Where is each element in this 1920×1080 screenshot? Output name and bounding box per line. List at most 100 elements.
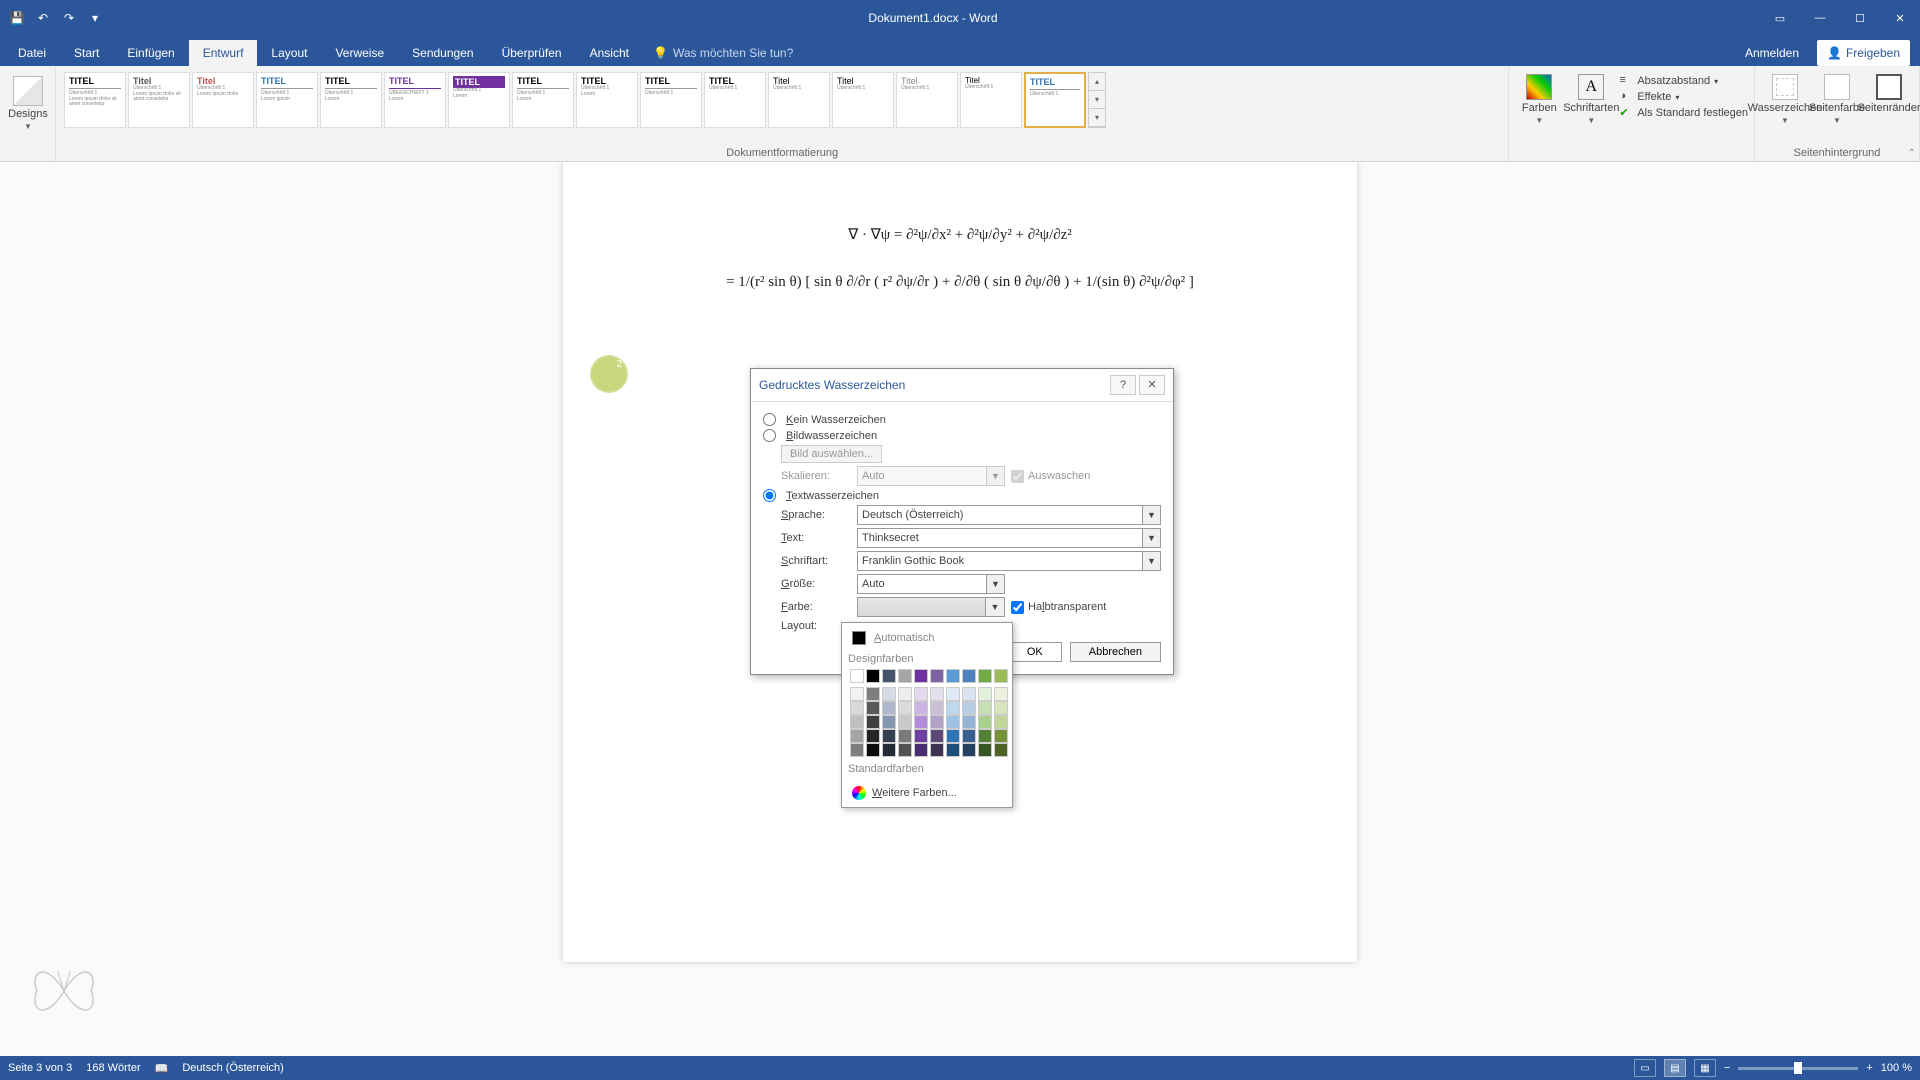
color-swatch[interactable] bbox=[978, 743, 992, 757]
tab-entwurf[interactable]: Entwurf bbox=[189, 40, 258, 66]
color-swatch[interactable] bbox=[994, 715, 1008, 729]
color-combo[interactable]: ▼ bbox=[857, 597, 1005, 617]
color-swatch[interactable] bbox=[994, 743, 1008, 757]
color-swatch[interactable] bbox=[946, 687, 960, 701]
minimize-icon[interactable]: — bbox=[1800, 0, 1840, 36]
color-swatch[interactable] bbox=[978, 715, 992, 729]
zoom-level[interactable]: 100 % bbox=[1881, 1062, 1912, 1074]
color-swatch[interactable] bbox=[930, 687, 944, 701]
automatic-color-row[interactable]: Automatisch bbox=[846, 627, 1008, 649]
color-swatch[interactable] bbox=[930, 669, 944, 683]
color-swatch[interactable] bbox=[850, 669, 864, 683]
style-gallery[interactable]: TITELÜberschrift 1Lorem ipsum dolor sit … bbox=[62, 70, 1502, 130]
color-swatch[interactable] bbox=[994, 687, 1008, 701]
radio-picture-watermark[interactable]: Bildwasserzeichen bbox=[763, 429, 1161, 442]
more-colors-row[interactable]: Weitere Farben... bbox=[846, 781, 1008, 803]
fonts-button[interactable]: A Schriftarten ▼ bbox=[1567, 70, 1615, 125]
style-set-item[interactable]: TITELÜberschrift 1 bbox=[640, 72, 702, 128]
tab-einfuegen[interactable]: Einfügen bbox=[113, 40, 188, 66]
account-signin[interactable]: Anmelden bbox=[1737, 40, 1807, 66]
chevron-down-icon[interactable]: ▼ bbox=[986, 575, 1004, 593]
color-swatch[interactable] bbox=[914, 687, 928, 701]
color-swatch[interactable] bbox=[962, 743, 976, 757]
style-set-item[interactable]: TITELÜberschrift 1Lorem bbox=[512, 72, 574, 128]
color-swatch[interactable] bbox=[882, 669, 896, 683]
color-swatch[interactable] bbox=[850, 743, 864, 757]
color-swatch[interactable] bbox=[898, 701, 912, 715]
gallery-more-icon[interactable]: ▾ bbox=[1089, 109, 1105, 127]
color-swatch[interactable] bbox=[978, 701, 992, 715]
color-swatch[interactable] bbox=[914, 729, 928, 743]
print-layout-icon[interactable]: ▤ bbox=[1664, 1059, 1686, 1077]
close-button[interactable]: ✕ bbox=[1139, 375, 1165, 395]
color-swatch[interactable] bbox=[882, 701, 896, 715]
language-status[interactable]: Deutsch (Österreich) bbox=[182, 1062, 283, 1074]
style-set-item[interactable]: TitelÜberschrift 1Lorem ipsum dolor sit … bbox=[128, 72, 190, 128]
gallery-scroll[interactable]: ▴▾▾ bbox=[1088, 72, 1106, 128]
color-swatch[interactable] bbox=[866, 743, 880, 757]
color-swatch[interactable] bbox=[850, 729, 864, 743]
color-swatch[interactable] bbox=[946, 669, 960, 683]
chevron-down-icon[interactable]: ▼ bbox=[1142, 506, 1160, 524]
color-swatch[interactable] bbox=[866, 701, 880, 715]
page-color-button[interactable]: Seitenfarbe▼ bbox=[1813, 70, 1861, 125]
style-set-item[interactable]: TITELÜberschrift 1Lorem bbox=[576, 72, 638, 128]
page-status[interactable]: Seite 3 von 3 bbox=[8, 1062, 72, 1074]
undo-icon[interactable]: ↶ bbox=[32, 7, 54, 29]
text-combo[interactable]: Thinksecret▼ bbox=[857, 528, 1161, 548]
color-swatch[interactable] bbox=[946, 701, 960, 715]
read-mode-icon[interactable]: ▭ bbox=[1634, 1059, 1656, 1077]
color-swatch[interactable] bbox=[898, 687, 912, 701]
tab-datei[interactable]: Datei bbox=[4, 40, 60, 66]
ok-button[interactable]: OK bbox=[1008, 642, 1062, 662]
redo-icon[interactable]: ↷ bbox=[58, 7, 80, 29]
style-set-item[interactable]: TITELÜBERSCHRIFT 1Lorem bbox=[384, 72, 446, 128]
color-swatch[interactable] bbox=[978, 729, 992, 743]
color-swatch[interactable] bbox=[866, 687, 880, 701]
share-button[interactable]: 👤 Freigeben bbox=[1817, 40, 1910, 66]
color-swatch[interactable] bbox=[978, 687, 992, 701]
paragraph-spacing-button[interactable]: ≡Absatzabstand ▾ bbox=[1619, 74, 1748, 88]
themes-button[interactable]: Designs ▼ bbox=[6, 70, 50, 131]
zoom-out-icon[interactable]: − bbox=[1724, 1062, 1730, 1074]
slider-thumb[interactable] bbox=[1794, 1062, 1802, 1074]
color-swatch[interactable] bbox=[994, 701, 1008, 715]
style-set-item[interactable]: TitelÜberschrift 1 bbox=[832, 72, 894, 128]
scroll-up-icon[interactable]: ▴ bbox=[1089, 73, 1105, 91]
color-swatch[interactable] bbox=[930, 729, 944, 743]
style-set-item-selected[interactable]: TITELÜberschrift 1 bbox=[1024, 72, 1086, 128]
collapse-ribbon-icon[interactable]: ⌃ bbox=[1908, 148, 1916, 159]
color-swatch[interactable] bbox=[946, 715, 960, 729]
color-swatch[interactable] bbox=[850, 687, 864, 701]
color-swatch[interactable] bbox=[914, 743, 928, 757]
style-set-item[interactable]: TitelÜberschrift 1 bbox=[896, 72, 958, 128]
help-button[interactable]: ? bbox=[1110, 375, 1136, 395]
color-swatch[interactable] bbox=[882, 687, 896, 701]
color-swatch[interactable] bbox=[866, 715, 880, 729]
zoom-in-icon[interactable]: + bbox=[1866, 1062, 1872, 1074]
style-set-item[interactable]: TITELÜberschrift 1Lorem ipsum bbox=[256, 72, 318, 128]
color-swatch[interactable] bbox=[914, 701, 928, 715]
style-set-item[interactable]: TITELÜberschrift 1Lorem bbox=[448, 72, 510, 128]
proofing-icon[interactable]: 📖 bbox=[155, 1062, 169, 1075]
radio-no-watermark[interactable]: Kein Wasserzeichen bbox=[763, 413, 1161, 426]
color-swatch[interactable] bbox=[962, 669, 976, 683]
color-swatch[interactable] bbox=[882, 729, 896, 743]
color-swatch[interactable] bbox=[994, 669, 1008, 683]
color-swatch[interactable] bbox=[882, 715, 896, 729]
style-set-item[interactable]: TitelÜberschrift 1 bbox=[960, 72, 1022, 128]
color-swatch[interactable] bbox=[978, 669, 992, 683]
color-swatch[interactable] bbox=[946, 729, 960, 743]
color-swatch[interactable] bbox=[962, 701, 976, 715]
color-swatch[interactable] bbox=[946, 743, 960, 757]
color-swatch[interactable] bbox=[850, 701, 864, 715]
close-icon[interactable]: ✕ bbox=[1880, 0, 1920, 36]
zoom-slider[interactable] bbox=[1738, 1067, 1858, 1070]
scroll-down-icon[interactable]: ▾ bbox=[1089, 91, 1105, 109]
cancel-button[interactable]: Abbrechen bbox=[1070, 642, 1161, 662]
maximize-icon[interactable]: ☐ bbox=[1840, 0, 1880, 36]
color-swatch[interactable] bbox=[930, 715, 944, 729]
watermark-button[interactable]: Wasserzeichen▼ bbox=[1761, 70, 1809, 125]
color-swatch[interactable] bbox=[898, 743, 912, 757]
tab-ueberpruefen[interactable]: Überprüfen bbox=[488, 40, 576, 66]
